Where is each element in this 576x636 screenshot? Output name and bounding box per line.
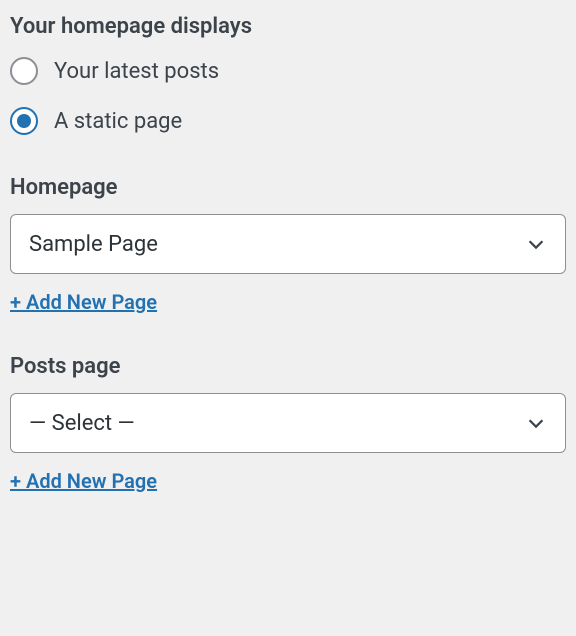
homepage-select[interactable]: Sample Page xyxy=(10,214,566,274)
homepage-display-radio-group: Your latest posts A static page xyxy=(10,57,566,135)
posts-page-field: Posts page — Select — + Add New Page xyxy=(10,354,566,493)
chevron-down-icon xyxy=(525,412,547,434)
radio-label: Your latest posts xyxy=(54,59,219,84)
add-new-page-homepage[interactable]: + Add New Page xyxy=(10,290,157,314)
radio-indicator xyxy=(10,107,38,135)
add-new-page-posts[interactable]: + Add New Page xyxy=(10,469,157,493)
radio-option-static-page[interactable]: A static page xyxy=(10,107,566,135)
section-title: Your homepage displays xyxy=(10,14,566,39)
radio-label: A static page xyxy=(54,109,182,134)
radio-dot xyxy=(17,114,31,128)
posts-page-select-value: — Select — xyxy=(29,411,525,436)
radio-option-latest-posts[interactable]: Your latest posts xyxy=(10,57,566,85)
homepage-displays-section: Your homepage displays Your latest posts… xyxy=(10,14,566,493)
homepage-select-value: Sample Page xyxy=(29,232,525,257)
chevron-down-icon xyxy=(525,233,547,255)
posts-page-select[interactable]: — Select — xyxy=(10,393,566,453)
homepage-field: Homepage Sample Page + Add New Page xyxy=(10,175,566,314)
homepage-label: Homepage xyxy=(10,175,566,200)
posts-page-label: Posts page xyxy=(10,354,566,379)
radio-indicator xyxy=(10,57,38,85)
